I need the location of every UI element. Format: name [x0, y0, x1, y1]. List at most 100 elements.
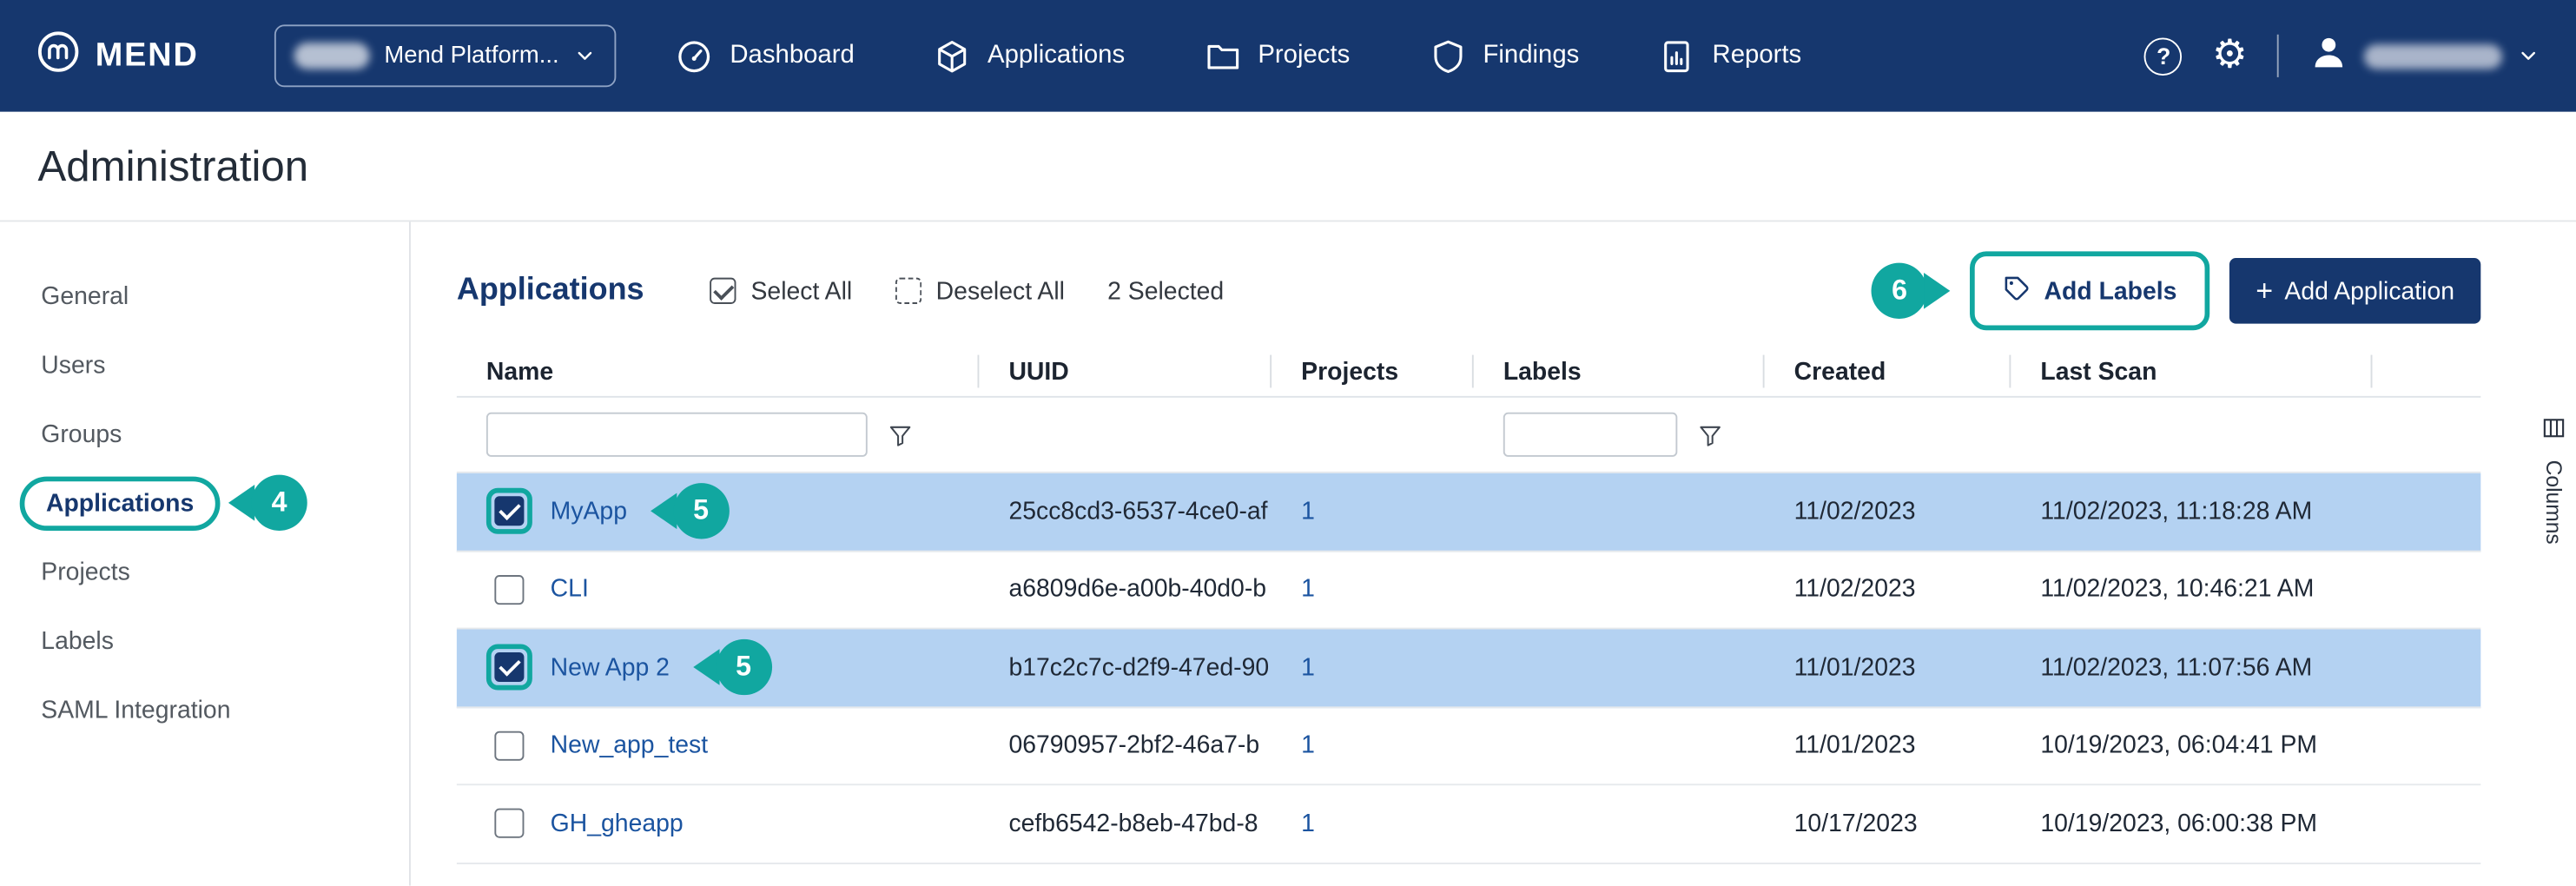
projects-count-link[interactable]: 1: [1301, 498, 1315, 526]
table-header-row: Name UUID Projects Labels Created Last S…: [457, 347, 2480, 398]
row-checkbox[interactable]: [494, 652, 524, 682]
columns-grid-icon: [2541, 416, 2566, 449]
row-checkbox[interactable]: [494, 497, 524, 526]
gear-icon[interactable]: ⚙: [2212, 36, 2248, 76]
deselect-all-checkbox-icon: [895, 278, 921, 304]
column-header-name[interactable]: Name: [457, 347, 980, 396]
top-navigation: MEND Mend Platform... Dashboard Applicat…: [0, 0, 2576, 112]
applications-table: Name UUID Projects Labels Created Last S…: [457, 347, 2480, 863]
page-header: Administration: [0, 112, 2576, 222]
sidebar-item-labels[interactable]: Labels: [0, 606, 409, 675]
sidebar-item-groups[interactable]: Groups: [0, 400, 409, 468]
topnav-divider: [2277, 35, 2279, 77]
created-cell: 11/01/2023: [1765, 731, 2011, 759]
table-row: New_app_test 06790957-2bf2-46a7-b 1 11/0…: [457, 707, 2480, 785]
application-name-link[interactable]: CLI: [551, 576, 589, 604]
uuid-cell: a6809d6e-a00b-40d0-b: [979, 576, 1271, 604]
application-name-link[interactable]: New App 2: [551, 653, 670, 681]
annotation-number: 6: [1872, 263, 1927, 319]
findings-shield-icon: [1429, 37, 1467, 76]
name-filter-input[interactable]: [486, 413, 868, 457]
chevron-down-icon: [574, 44, 597, 67]
column-header-last-scan[interactable]: Last Scan: [2011, 347, 2372, 396]
last-scan-cell: 10/19/2023, 06:04:41 PM: [2011, 731, 2372, 759]
projects-count-link[interactable]: 1: [1301, 576, 1315, 604]
chevron-down-icon: [2517, 44, 2540, 67]
applications-cube-icon: [934, 37, 972, 76]
row-checkbox[interactable]: [494, 575, 524, 605]
labels-filter-input[interactable]: [1503, 413, 1678, 457]
nav-label: Findings: [1483, 41, 1579, 70]
add-application-button[interactable]: + Add Application: [2229, 258, 2480, 324]
username-redacted: [2364, 43, 2502, 68]
created-cell: 10/17/2023: [1765, 810, 2011, 837]
select-all-checkbox-icon: [710, 278, 736, 304]
brand-name: MEND: [96, 37, 199, 76]
nav-label: Dashboard: [730, 41, 854, 70]
primary-nav: Dashboard Applications Projects Findings: [676, 37, 1801, 76]
table-row: GH_gheapp cefb6542-b8eb-47bd-8 1 10/17/2…: [457, 785, 2480, 863]
table-filter-row: [457, 398, 2480, 473]
annotation-step-5: 5: [692, 639, 771, 695]
created-cell: 11/02/2023: [1765, 576, 2011, 604]
projects-folder-icon: [1204, 37, 1242, 76]
nav-item-projects[interactable]: Projects: [1204, 37, 1350, 76]
nav-label: Reports: [1713, 41, 1802, 70]
projects-count-link[interactable]: 1: [1301, 653, 1315, 681]
annotation-step-4: 4: [228, 475, 307, 531]
nav-item-reports[interactable]: Reports: [1658, 37, 1801, 76]
last-scan-cell: 11/02/2023, 11:07:56 AM: [2011, 653, 2372, 681]
content-area: General Users Groups Applications 4 Proj…: [0, 222, 2576, 885]
application-name-link[interactable]: New_app_test: [551, 731, 708, 759]
sidebar-item-saml-integration[interactable]: SAML Integration: [0, 675, 409, 744]
table-row: New App 2 5 b17c2c7c-d2f9-47ed-90 1 11/0…: [457, 629, 2480, 707]
add-labels-button[interactable]: Add Labels: [1980, 261, 2200, 321]
column-header-labels[interactable]: Labels: [1474, 347, 1765, 396]
application-name-link[interactable]: MyApp: [551, 498, 627, 526]
labels-filter-funnel-icon[interactable]: [1697, 421, 1723, 447]
annotation-highlight-ring: [486, 488, 532, 534]
mend-logo-icon: [36, 30, 81, 83]
admin-sidebar: General Users Groups Applications 4 Proj…: [0, 222, 411, 885]
user-menu[interactable]: [2308, 31, 2540, 81]
nav-label: Projects: [1258, 41, 1350, 70]
reports-document-icon: [1658, 37, 1696, 76]
sidebar-item-projects[interactable]: Projects: [0, 538, 409, 606]
annotation-number: 4: [251, 475, 307, 531]
column-header-projects[interactable]: Projects: [1271, 347, 1474, 396]
uuid-cell: 25cc8cd3-6537-4ce0-af: [979, 498, 1271, 526]
sidebar-item-users[interactable]: Users: [0, 330, 409, 399]
nav-item-applications[interactable]: Applications: [934, 37, 1126, 76]
page-title: Administration: [38, 141, 309, 192]
selected-count: 2 Selected: [1107, 277, 1224, 305]
created-cell: 11/02/2023: [1765, 498, 2011, 526]
last-scan-cell: 11/02/2023, 10:46:21 AM: [2011, 576, 2372, 604]
mend-admin-screen: MEND Mend Platform... Dashboard Applicat…: [0, 0, 2576, 886]
application-name-link[interactable]: GH_gheapp: [551, 810, 684, 837]
uuid-cell: 06790957-2bf2-46a7-b: [979, 731, 1271, 759]
columns-control[interactable]: Columns: [2541, 416, 2566, 545]
row-checkbox[interactable]: [494, 809, 524, 838]
mend-logo[interactable]: MEND: [36, 30, 199, 83]
projects-count-link[interactable]: 1: [1301, 810, 1315, 837]
nav-item-dashboard[interactable]: Dashboard: [676, 37, 855, 76]
help-icon[interactable]: ?: [2144, 37, 2183, 76]
created-cell: 11/01/2023: [1765, 653, 2011, 681]
annotation-step-6: 6: [1872, 263, 1951, 319]
select-all-button[interactable]: Select All: [710, 277, 852, 305]
sidebar-item-applications[interactable]: Applications 4: [0, 468, 409, 537]
org-selector-dropdown[interactable]: Mend Platform...: [274, 24, 617, 87]
applications-toolbar: Applications Select All Deselect All 2 S…: [457, 255, 2480, 327]
sidebar-item-general[interactable]: General: [0, 261, 409, 330]
name-filter-funnel-icon[interactable]: [887, 421, 913, 447]
deselect-all-button[interactable]: Deselect All: [895, 277, 1065, 305]
column-header-uuid[interactable]: UUID: [979, 347, 1271, 396]
projects-count-link[interactable]: 1: [1301, 731, 1315, 759]
table-row: CLI a6809d6e-a00b-40d0-b 1 11/02/2023 11…: [457, 552, 2480, 630]
topnav-right-controls: ? ⚙: [2144, 31, 2540, 81]
nav-label: Applications: [987, 41, 1125, 70]
column-header-created[interactable]: Created: [1765, 347, 2011, 396]
nav-item-findings[interactable]: Findings: [1429, 37, 1579, 76]
annotation-highlight-ring: Add Labels: [1970, 251, 2209, 330]
row-checkbox[interactable]: [494, 731, 524, 760]
